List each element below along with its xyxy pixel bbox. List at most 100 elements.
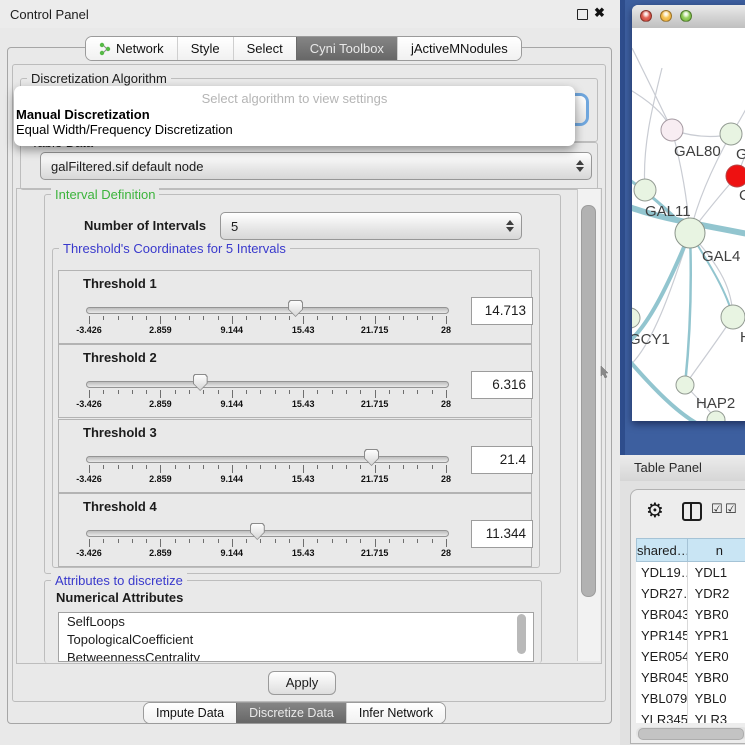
threshold-label: Threshold 1 [83, 276, 157, 291]
vertical-scrollbar-thumb[interactable] [581, 205, 596, 597]
table-row[interactable]: YDL19…YDL1 [636, 562, 745, 583]
bottom-tab-discretize-data[interactable]: Discretize Data [236, 703, 346, 723]
threshold-value-field[interactable]: 14.713 [471, 297, 533, 325]
bottom-tab-impute-data[interactable]: Impute Data [144, 703, 236, 723]
float-window-icon[interactable] [577, 9, 588, 20]
slider-thumb[interactable] [193, 374, 208, 391]
table-header-cell[interactable]: shared… [636, 538, 688, 562]
attribute-list-item[interactable]: SelfLoops [59, 613, 533, 631]
attribute-list-item[interactable]: TopologicalCoefficient [59, 631, 533, 649]
slider-scale-label: 28 [441, 474, 451, 484]
threshold-slider[interactable]: -3.4262.8599.14415.4321.71528 [59, 444, 471, 488]
slider-tick [317, 465, 318, 469]
slider-tick [446, 465, 447, 473]
split-view-icon[interactable] [682, 502, 702, 521]
zoom-traffic-light[interactable] [680, 10, 692, 22]
slider-tick [417, 465, 418, 469]
slider-tick [275, 316, 276, 320]
slider-tick [375, 390, 376, 398]
table-row[interactable]: YBR043CYBR0 [636, 604, 745, 625]
threshold-value-field[interactable]: 6.316 [471, 371, 533, 399]
slider-track[interactable] [86, 456, 449, 463]
algorithm-option[interactable]: Manual Discretization [14, 107, 575, 122]
network-window-titlebar[interactable] [632, 5, 745, 29]
table-row[interactable]: YPR145WYPR1 [636, 625, 745, 646]
slider-tick [132, 316, 133, 320]
checkbox-icon[interactable]: ☑ [711, 502, 723, 517]
network-node[interactable] [726, 165, 745, 187]
network-node[interactable] [676, 376, 694, 394]
table-data-combo[interactable]: galFiltered.sif default node [40, 152, 592, 180]
slider-tick [346, 316, 347, 320]
bottom-tab-infer-network[interactable]: Infer Network [346, 703, 445, 723]
network-node[interactable] [721, 305, 745, 329]
slider-scale-label: 21.715 [361, 548, 389, 558]
network-node[interactable] [632, 308, 640, 328]
tab-label: Network [116, 41, 164, 56]
network-node[interactable] [661, 119, 683, 141]
tab-style[interactable]: Style [177, 37, 233, 60]
threshold-slider[interactable]: -3.4262.8599.14415.4321.71528 [59, 295, 471, 339]
network-node[interactable] [720, 123, 742, 145]
table-row[interactable]: YLR345WYLR3 [636, 709, 745, 723]
network-view[interactable]: GAL80GACGAL11GAL4GCY1HHAP2 [632, 28, 745, 421]
network-edge[interactable] [644, 68, 662, 190]
tab-cyni-toolbox[interactable]: Cyni Toolbox [296, 37, 397, 60]
slider-tick [260, 316, 261, 320]
table-row[interactable]: YDR27…YDR2 [636, 583, 745, 604]
thresholds-group-title: Threshold's Coordinates for 5 Intervals [59, 241, 290, 256]
tab-label: jActiveMNodules [411, 41, 508, 56]
table-row[interactable]: YBL079WYBL0 [636, 688, 745, 709]
table-row[interactable]: YBR045CYBR0 [636, 667, 745, 688]
network-node-label: GAL4 [702, 248, 740, 265]
slider-thumb[interactable] [364, 449, 379, 466]
node-table[interactable]: shared…nYDL19…YDL1YDR27…YDR2YBR043CYBR0Y… [636, 538, 745, 723]
slider-tick [432, 390, 433, 394]
gear-icon[interactable]: ⚙ [646, 498, 664, 522]
tab-jactivemnodules[interactable]: jActiveMNodules [397, 37, 521, 60]
slider-tick [89, 539, 90, 547]
network-node-label: C [739, 187, 745, 204]
table-cell: YBR0 [688, 667, 745, 688]
slider-tick [332, 316, 333, 320]
slider-track[interactable] [86, 530, 449, 537]
table-row[interactable]: YER054CYER0 [636, 646, 745, 667]
close-traffic-light[interactable] [640, 10, 652, 22]
network-node[interactable] [634, 179, 656, 201]
threshold-slider[interactable]: -3.4262.8599.14415.4321.71528 [59, 369, 471, 413]
network-node[interactable] [675, 218, 705, 248]
tab-select[interactable]: Select [233, 37, 296, 60]
network-edge[interactable] [632, 48, 672, 130]
checkbox-icon[interactable]: ☑ [725, 502, 737, 517]
algorithm-option[interactable]: Equal Width/Frequency Discretization [14, 122, 575, 137]
slider-tick [432, 465, 433, 469]
apply-button[interactable]: Apply [268, 671, 336, 695]
num-intervals-combo[interactable]: 5 [220, 212, 522, 240]
threshold-slider[interactable]: -3.4262.8599.14415.4321.71528 [59, 518, 471, 562]
minimize-traffic-light[interactable] [660, 10, 672, 22]
table-cell: YBL0 [688, 688, 745, 709]
network-edge-highlighted[interactable] [685, 233, 691, 385]
close-icon[interactable]: ✖ [594, 5, 605, 21]
slider-tick [118, 390, 119, 394]
network-edge-highlighted[interactable] [632, 233, 690, 343]
slider-tick [432, 539, 433, 543]
slider-thumb[interactable] [250, 523, 265, 540]
slider-tick [375, 539, 376, 547]
slider-track[interactable] [86, 381, 449, 388]
slider-scale-label: 21.715 [361, 325, 389, 335]
slider-thumb[interactable] [288, 300, 303, 317]
numerical-attributes-list[interactable]: SelfLoopsTopologicalCoefficientBetweenne… [58, 612, 534, 662]
threshold-value-field[interactable]: 21.4 [471, 446, 533, 474]
horizontal-scrollbar-thumb[interactable] [638, 728, 744, 740]
slider-tick [160, 316, 161, 324]
slider-tick [303, 465, 304, 473]
slider-scale-label: 28 [441, 325, 451, 335]
table-header-cell[interactable]: n [688, 538, 745, 562]
slider-track[interactable] [86, 307, 449, 314]
tab-network[interactable]: Network [86, 37, 177, 60]
attribute-list-item[interactable]: BetweennessCentrality [59, 649, 533, 662]
list-scrollbar-thumb[interactable] [517, 614, 526, 654]
table-cell: YBR0 [688, 604, 745, 625]
threshold-value-field[interactable]: 11.344 [471, 520, 533, 548]
